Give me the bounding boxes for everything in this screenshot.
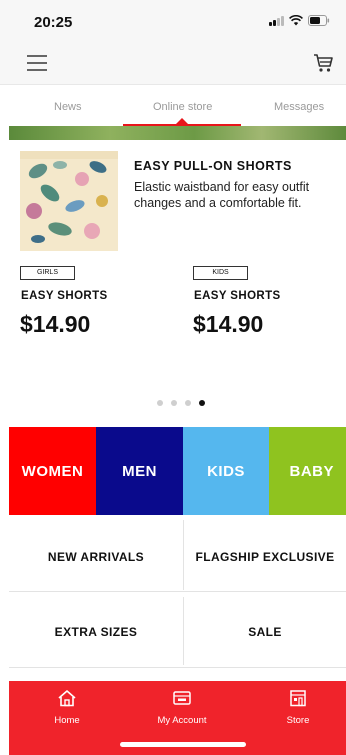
hamburger-menu-icon[interactable] xyxy=(27,55,47,71)
carousel-dot-active[interactable] xyxy=(199,400,205,406)
grid-divider xyxy=(9,591,346,592)
tab-online-store[interactable]: Online store xyxy=(153,101,212,113)
store-icon xyxy=(290,690,306,707)
banner-image-strip xyxy=(9,126,346,140)
product-price: $14.90 xyxy=(20,311,91,337)
category-kids[interactable]: KIDS xyxy=(183,427,269,515)
nav-my-account[interactable]: My Account xyxy=(137,689,227,726)
category-women[interactable]: WOMEN xyxy=(9,427,96,515)
link-sale[interactable]: SALE xyxy=(184,595,346,669)
product-tag-kids: KIDS xyxy=(193,266,248,280)
floral-shorts-image xyxy=(20,151,118,251)
carousel-dot[interactable] xyxy=(157,400,163,406)
product-tag-girls: GIRLS xyxy=(20,266,75,280)
link-flagship-exclusive[interactable]: FLAGSHIP EXCLUSIVE xyxy=(184,520,346,594)
promo-title: EASY PULL-ON SHORTS xyxy=(134,159,292,173)
category-men[interactable]: MEN xyxy=(96,427,183,515)
promo-description: Elastic waistband for easy outfit change… xyxy=(134,180,310,210)
nav-home-label: Home xyxy=(54,715,80,726)
shopping-cart-icon[interactable] xyxy=(312,53,334,73)
category-baby[interactable]: BABY xyxy=(269,427,346,515)
carousel-pagination xyxy=(157,400,205,406)
tab-news[interactable]: News xyxy=(54,101,82,113)
membership-card-icon xyxy=(173,691,191,705)
app-header xyxy=(0,44,346,84)
battery-icon xyxy=(308,15,330,26)
carousel-dot[interactable] xyxy=(171,400,177,406)
grid-divider xyxy=(183,597,184,665)
grid-divider xyxy=(183,520,184,590)
product-image[interactable] xyxy=(20,151,118,251)
link-extra-sizes[interactable]: EXTRA SIZES xyxy=(9,595,183,669)
product-name[interactable]: EASY SHORTS xyxy=(194,290,281,302)
status-icons xyxy=(269,15,330,26)
status-bar: 20:25 xyxy=(0,0,346,44)
top-tabs: News Online store Messages xyxy=(0,84,346,128)
cellular-signal-icon xyxy=(269,15,284,26)
carousel-dot[interactable] xyxy=(185,400,191,406)
product-name[interactable]: EASY SHORTS xyxy=(21,290,108,302)
wifi-icon xyxy=(289,15,303,26)
status-time: 20:25 xyxy=(34,14,73,31)
nav-home[interactable]: Home xyxy=(22,689,112,726)
nav-store-label: Store xyxy=(286,715,310,726)
product-price: $14.90 xyxy=(193,311,264,337)
grid-divider xyxy=(9,667,346,668)
home-icon xyxy=(58,690,76,707)
home-indicator[interactable] xyxy=(120,742,246,747)
category-bar: WOMEN MEN KIDS BABY xyxy=(9,427,346,515)
tab-messages[interactable]: Messages xyxy=(274,101,324,113)
link-new-arrivals[interactable]: NEW ARRIVALS xyxy=(9,520,183,594)
nav-store[interactable]: Store xyxy=(253,689,343,726)
nav-my-account-label: My Account xyxy=(157,715,207,726)
